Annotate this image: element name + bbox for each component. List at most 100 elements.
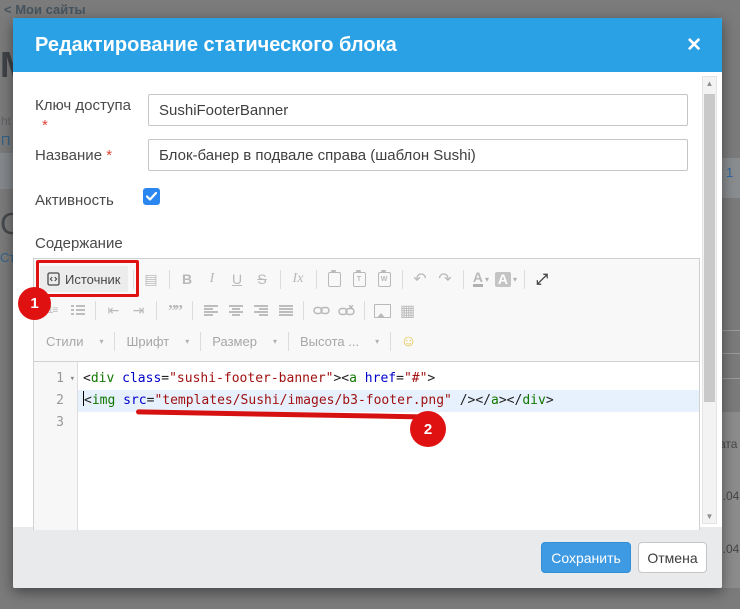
activity-label: Активность <box>35 192 114 209</box>
align-center-icon[interactable] <box>229 305 243 316</box>
name-label: Название * <box>35 147 112 164</box>
bullet-list-icon[interactable] <box>71 305 85 316</box>
code-lines[interactable]: <div class="sushi-footer-banner"><a href… <box>78 362 699 530</box>
screenshot-stage: < Мои сайты М ht П С Ст 1 ата 1.04 9.04 … <box>0 0 740 609</box>
background-link-top[interactable]: П <box>1 133 10 148</box>
modal-title: Редактирование статического блока <box>35 34 397 57</box>
paste-from-word-icon[interactable]: W <box>378 272 391 287</box>
toolbar-row-3: Стили▾ Шрифт ▾ Размер ▾ Высота ... ▾ ☺ <box>34 325 699 356</box>
toolbar-separator <box>303 301 304 320</box>
toolbar-separator <box>95 301 96 320</box>
background-row-divider <box>722 330 740 331</box>
access-key-required-mark: * <box>42 117 48 134</box>
toolbar-separator <box>200 332 201 351</box>
line-number: 3 <box>34 412 77 434</box>
undo-icon[interactable]: ↶ <box>408 267 433 292</box>
breadcrumb[interactable]: < Мои сайты <box>4 2 86 17</box>
align-left-icon[interactable] <box>204 305 218 316</box>
toolbar-separator <box>463 270 464 289</box>
font-dropdown-label: Шрифт <box>126 334 169 349</box>
chevron-down-icon: ▾ <box>375 337 379 346</box>
source-code-area[interactable]: 1▾23 <div class="sushi-footer-banner"><a… <box>34 361 699 530</box>
name-label-text: Название <box>35 147 102 164</box>
toolbar-separator <box>390 332 391 351</box>
content-label: Содержание <box>35 235 123 252</box>
toolbar-separator <box>280 270 281 289</box>
text-color-icon[interactable]: A <box>473 271 483 287</box>
strikethrough-icon[interactable]: S <box>250 267 275 292</box>
underline-icon[interactable]: U <box>225 267 250 292</box>
chevron-down-icon: ▾ <box>99 337 103 346</box>
modal-footer: Сохранить Отмена <box>13 527 722 588</box>
line-number: 1▾ <box>34 368 77 390</box>
link-icon[interactable] <box>309 298 334 323</box>
toolbar-separator <box>156 301 157 320</box>
table-icon[interactable]: ▦ <box>395 298 420 323</box>
scrollbar-thumb[interactable] <box>704 94 715 402</box>
align-justify-icon[interactable] <box>279 305 293 316</box>
background-page-number: 1 <box>726 165 733 180</box>
chevron-down-icon[interactable]: ▾ <box>485 275 489 284</box>
annotation-box-source <box>36 260 139 297</box>
scroll-down-icon[interactable]: ▼ <box>703 512 716 521</box>
toolbar-separator <box>169 270 170 289</box>
chevron-down-icon: ▾ <box>185 337 189 346</box>
templates-icon[interactable]: ▤ <box>139 267 164 292</box>
remove-format-icon[interactable]: Ix <box>286 267 311 292</box>
background-site-url: ht <box>1 114 11 128</box>
background-row-divider <box>722 353 740 354</box>
line-number: 2 <box>34 390 77 412</box>
access-key-input[interactable] <box>148 94 688 126</box>
size-dropdown-label: Размер <box>212 334 257 349</box>
line-height-dropdown[interactable]: Высота ... ▾ <box>294 331 385 353</box>
font-dropdown[interactable]: Шрифт ▾ <box>120 331 195 353</box>
toolbar-separator <box>288 332 289 351</box>
activity-checkbox[interactable] <box>143 188 160 205</box>
modal-scrollbar[interactable]: ▲ ▼ <box>702 76 717 524</box>
styles-dropdown[interactable]: Стили▾ <box>40 331 109 353</box>
code-line[interactable]: <img src="templates/Sushi/images/b3-foot… <box>78 390 699 412</box>
access-key-label: Ключ доступа <box>35 97 131 114</box>
chevron-down-icon[interactable]: ▾ <box>513 275 517 284</box>
redo-icon[interactable]: ↷ <box>433 267 458 292</box>
link-glyph <box>313 306 330 315</box>
blockquote-icon[interactable]: ”” <box>162 298 187 323</box>
background-color-icon[interactable]: A <box>495 272 511 287</box>
unlink-glyph <box>338 305 355 316</box>
toolbar-separator <box>192 301 193 320</box>
decrease-indent-icon[interactable]: ⇤ <box>101 298 126 323</box>
fold-arrow-icon[interactable]: ▾ <box>70 368 75 390</box>
italic-icon[interactable]: I <box>200 267 225 292</box>
line-height-dropdown-label: Высота ... <box>300 334 359 349</box>
background-tab-bar <box>0 153 13 189</box>
scroll-up-icon[interactable]: ▲ <box>703 79 716 88</box>
smiley-icon[interactable]: ☺ <box>396 329 421 354</box>
toolbar-row-2: 1≡ ⇤ ⇥ ”” <box>34 294 699 325</box>
name-required-mark: * <box>106 147 112 164</box>
paste-icon[interactable] <box>328 272 341 287</box>
code-line[interactable]: <div class="sushi-footer-banner"><a href… <box>78 368 699 390</box>
close-icon[interactable]: ✕ <box>686 36 702 55</box>
code-gutter: 1▾23 <box>34 362 78 530</box>
increase-indent-icon[interactable]: ⇥ <box>126 298 151 323</box>
maximize-icon[interactable]: ⤢ <box>530 267 555 292</box>
modal-header: Редактирование статического блока ✕ <box>13 18 722 72</box>
cancel-button[interactable]: Отмена <box>638 542 707 573</box>
toolbar-separator <box>364 301 365 320</box>
size-dropdown[interactable]: Размер ▾ <box>206 331 283 353</box>
background-row-divider <box>722 378 740 379</box>
wysiwyg-editor: Источник ▤ B I U S Ix T W ↶ <box>33 258 700 530</box>
paste-as-text-icon[interactable]: T <box>353 272 366 287</box>
modal-body: Ключ доступа * Название * Активность Сод… <box>13 72 722 527</box>
chevron-down-icon: ▾ <box>273 337 277 346</box>
image-icon[interactable] <box>374 304 391 318</box>
toolbar-separator <box>316 270 317 289</box>
name-input[interactable] <box>148 139 688 171</box>
align-right-icon[interactable] <box>254 305 268 316</box>
annotation-step-2: 2 <box>410 411 446 447</box>
unlink-icon[interactable] <box>334 298 359 323</box>
edit-static-block-modal: Редактирование статического блока ✕ Ключ… <box>13 18 722 588</box>
save-button[interactable]: Сохранить <box>541 542 631 573</box>
checkmark-icon <box>146 192 157 201</box>
bold-icon[interactable]: B <box>175 267 200 292</box>
